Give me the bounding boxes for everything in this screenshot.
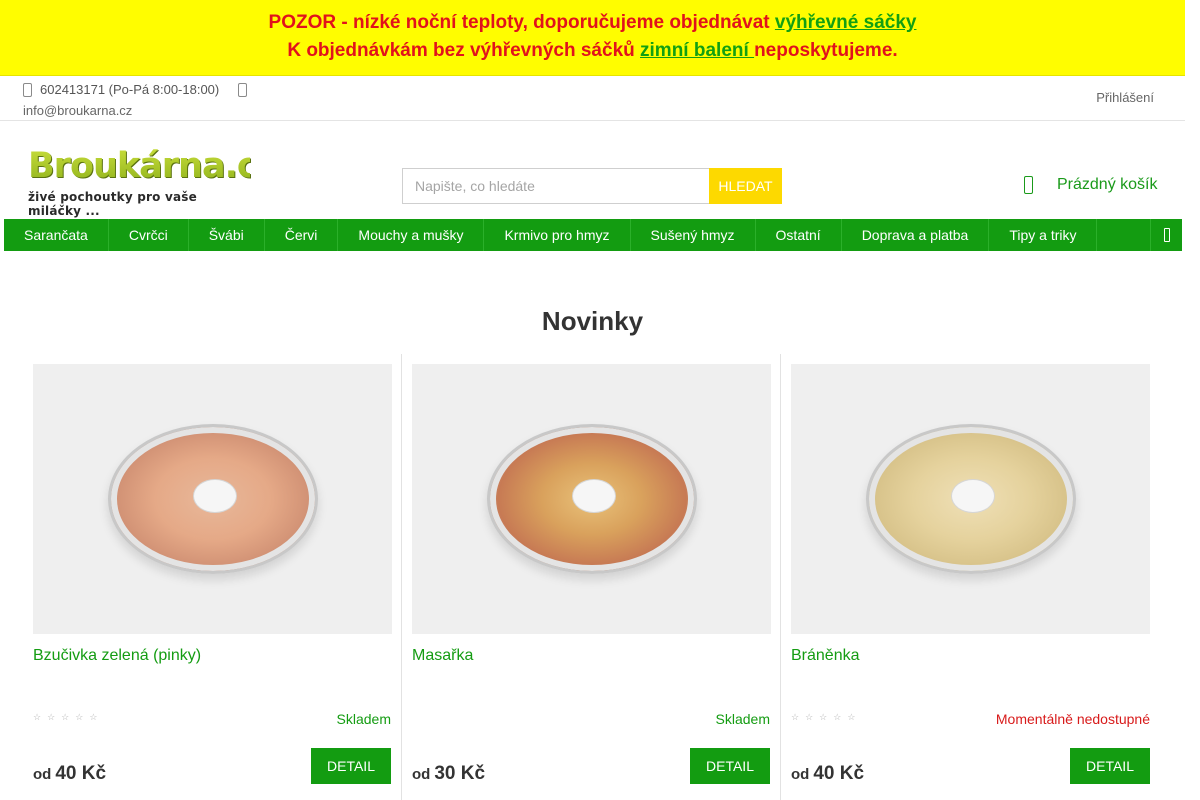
tub-vent <box>950 479 995 513</box>
notice-text-1: POZOR - nízké noční teploty, doporučujem… <box>268 12 775 33</box>
stock-status: Skladem <box>336 711 391 727</box>
product-name[interactable]: Bzučivka zelená (pinky) <box>33 647 201 665</box>
product-name[interactable]: Masařka <box>412 647 473 665</box>
stock-status: Skladem <box>715 711 770 727</box>
nav-item-cervi[interactable]: Červi <box>265 219 339 251</box>
site-logo[interactable]: Broukárna.cz živé pochoutky pro vaše mil… <box>28 146 277 218</box>
nav-item-doprava[interactable]: Doprava a platba <box>842 219 990 251</box>
star-icon: ☆ <box>847 712 856 722</box>
nav-item-sarancata[interactable]: Sarančata <box>4 219 109 251</box>
menu-icon <box>1163 228 1170 242</box>
price-value: 40 Kč <box>55 763 107 784</box>
phone-contact: 602413171 (Po-Pá 8:00-18:00) <box>23 82 219 97</box>
larvae-tub-image <box>107 424 318 574</box>
notice-line-2: K objednávkám bez výhřevných sáčků zimní… <box>0 37 1185 65</box>
search-form: HLEDAT <box>402 168 782 204</box>
logo-tagline: živé pochoutky pro vaše miláčky ... <box>28 190 197 218</box>
price-value: 30 Kč <box>434 763 486 784</box>
notice-line-1: POZOR - nízké noční teploty, doporučujem… <box>0 9 1185 37</box>
nav-item-mouchy[interactable]: Mouchy a mušky <box>338 219 485 251</box>
notice-banner: POZOR - nízké noční teploty, doporučujem… <box>0 0 1185 76</box>
star-icon: ☆ <box>833 712 842 722</box>
star-icon: ☆ <box>61 712 70 722</box>
product-price: od 40 Kč <box>791 763 864 785</box>
tub-vent <box>192 479 237 513</box>
tub-vent <box>571 479 616 513</box>
stock-status: Momentálně nedostupné <box>995 711 1150 727</box>
product-image[interactable] <box>412 364 771 634</box>
logo-wordmark: Broukárna.cz <box>28 146 277 186</box>
product-card: Bráněnka ☆ ☆ ☆ ☆ ☆ Momentálně nedostupné od 4… <box>781 354 1160 800</box>
heating-bags-link[interactable]: výhřevné sáčky <box>775 12 917 33</box>
star-icon: ☆ <box>33 712 42 722</box>
nav-item-svabi[interactable]: Švábi <box>189 219 265 251</box>
product-name[interactable]: Bráněnka <box>791 647 860 665</box>
larvae-tub-image <box>865 424 1076 574</box>
rating-stars: ☆ ☆ ☆ ☆ ☆ <box>791 712 855 723</box>
top-info-bar: 602413171 (Po-Pá 8:00-18:00) info@brouka… <box>0 76 1185 121</box>
cart-label: Prázdný košík <box>1057 176 1158 193</box>
winter-packaging-link[interactable]: zimní balení <box>640 40 754 61</box>
search-input[interactable] <box>402 168 709 204</box>
rating-stars: ☆ ☆ ☆ ☆ ☆ <box>33 712 97 723</box>
star-icon: ☆ <box>791 712 800 722</box>
email-address[interactable]: info@broukarna.cz <box>23 103 132 118</box>
star-icon: ☆ <box>89 712 98 722</box>
phone-number[interactable]: 602413171 (Po-Pá 8:00-18:00) <box>40 82 219 97</box>
product-card: Masařka Skladem od 30 Kč DETAIL <box>402 354 781 800</box>
detail-button[interactable]: DETAIL <box>690 748 770 784</box>
product-price: od 40 Kč <box>33 763 106 785</box>
search-button[interactable]: HLEDAT <box>709 168 782 204</box>
cart-widget[interactable]: Prázdný košík <box>1024 176 1157 194</box>
nav-item-tipy[interactable]: Tipy a triky <box>989 219 1098 251</box>
nav-item-ostatni[interactable]: Ostatní <box>756 219 842 251</box>
price-prefix: od <box>412 766 431 783</box>
nav-more-button[interactable] <box>1150 219 1182 251</box>
larvae-tub-image <box>486 424 697 574</box>
price-prefix: od <box>33 766 52 783</box>
phone-icon <box>23 82 32 97</box>
product-price: od 30 Kč <box>412 763 485 785</box>
nav-item-suseny-hmyz[interactable]: Sušený hmyz <box>631 219 756 251</box>
login-link[interactable]: Přihlášení <box>1096 90 1154 105</box>
product-card: Bzučivka zelená (pinky) ☆ ☆ ☆ ☆ ☆ Skladem od… <box>23 354 402 800</box>
email-icon <box>238 83 247 97</box>
main-navigation: Sarančata Cvrčci Švábi Červi Mouchy a mu… <box>4 219 1182 251</box>
product-list: Bzučivka zelená (pinky) ☆ ☆ ☆ ☆ ☆ Skladem od… <box>23 354 1162 800</box>
price-prefix: od <box>791 766 810 783</box>
product-image[interactable] <box>791 364 1150 634</box>
star-icon: ☆ <box>819 712 828 722</box>
detail-button[interactable]: DETAIL <box>311 748 391 784</box>
cart-icon <box>1024 176 1033 194</box>
star-icon: ☆ <box>47 712 56 722</box>
star-icon: ☆ <box>805 712 814 722</box>
product-image[interactable] <box>33 364 392 634</box>
nav-item-cvrcci[interactable]: Cvrčci <box>109 219 189 251</box>
notice-text-2: K objednávkám bez výhřevných sáčků <box>287 40 641 61</box>
notice-text-3: neposkytujeme. <box>754 40 898 61</box>
section-title: Novinky <box>541 306 644 336</box>
price-value: 40 Kč <box>813 763 865 784</box>
nav-item-krmivo[interactable]: Krmivo pro hmyz <box>484 219 631 251</box>
star-icon: ☆ <box>75 712 84 722</box>
detail-button[interactable]: DETAIL <box>1070 748 1150 784</box>
